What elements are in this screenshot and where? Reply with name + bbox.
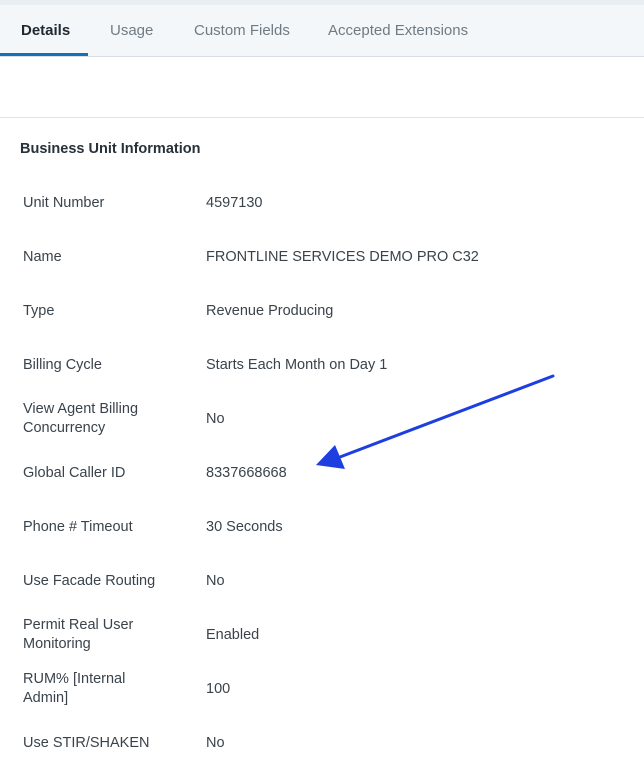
- row-label-use-stir-shaken: Use STIR/SHAKEN: [23, 734, 150, 751]
- tab-details[interactable]: Details: [21, 5, 70, 56]
- row-label-global-caller-id: Global Caller ID: [23, 464, 126, 481]
- tab-details-label: Details: [21, 22, 71, 39]
- tab-bar: Details Usage Custom Fields Accepted Ext…: [0, 5, 644, 57]
- row-value-name: FRONTLINE SERVICES DEMO PRO C32: [206, 248, 479, 265]
- row-label-view-agent-billing-concurrency: View Agent Billing Concurrency: [23, 401, 139, 436]
- row-label-use-facade-routing: Use Facade Routing: [23, 572, 156, 589]
- row-value-rum-percent: 100: [206, 680, 231, 697]
- tab-usage-label: Usage: [110, 22, 154, 39]
- row-label-unit-number: Unit Number: [23, 194, 105, 211]
- active-tab-indicator: [0, 53, 88, 56]
- row-value-use-stir-shaken: No: [206, 734, 225, 751]
- row-label-billing-cycle: Billing Cycle: [23, 356, 102, 373]
- row-value-type: Revenue Producing: [206, 302, 334, 319]
- row-value-billing-cycle: Starts Each Month on Day 1: [206, 356, 388, 373]
- row-label-permit-real-user-monitoring: Permit Real User Monitoring: [23, 617, 134, 652]
- row-value-permit-real-user-monitoring: Enabled: [206, 626, 260, 643]
- row-label-name: Name: [23, 248, 62, 265]
- tab-custom-fields[interactable]: Custom Fields: [194, 5, 290, 56]
- row-value-view-agent-billing-concurrency: No: [206, 410, 225, 427]
- section-divider: [0, 117, 644, 118]
- row-label-rum-percent: RUM% [Internal Admin]: [23, 671, 126, 706]
- row-value-unit-number: 4597130: [206, 194, 263, 211]
- tab-usage[interactable]: Usage: [110, 5, 153, 56]
- row-value-global-caller-id: 8337668668: [206, 464, 287, 481]
- row-value-phone-timeout: 30 Seconds: [206, 518, 283, 535]
- tab-custom-fields-label: Custom Fields: [194, 22, 290, 39]
- tab-accepted-extensions-label: Accepted Extensions: [328, 22, 469, 39]
- row-value-use-facade-routing: No: [206, 572, 225, 589]
- section-title: Business Unit Information: [20, 141, 201, 157]
- tab-accepted-extensions[interactable]: Accepted Extensions: [328, 5, 468, 56]
- row-label-type: Type: [23, 302, 55, 319]
- row-label-phone-timeout: Phone # Timeout: [23, 518, 133, 535]
